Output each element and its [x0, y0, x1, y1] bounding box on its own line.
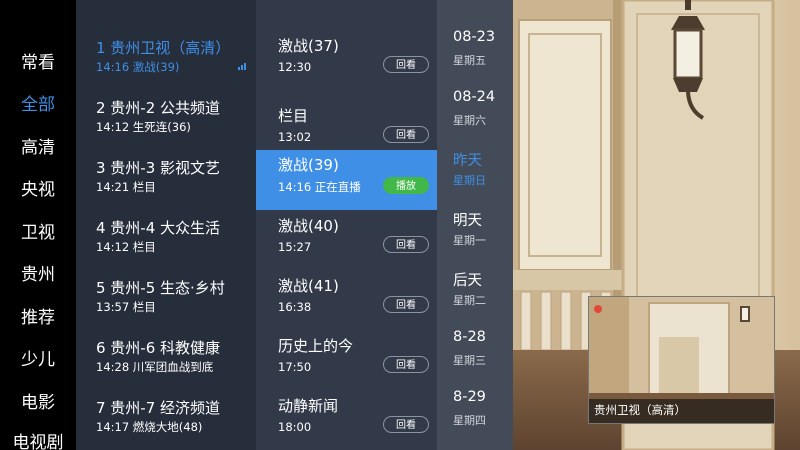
- weekday-label: 星期三: [453, 354, 486, 367]
- date-item[interactable]: 08-24 星期六: [437, 77, 513, 137]
- program-title: 激战(39): [278, 156, 339, 174]
- channel-item[interactable]: 5 贵州-5 生态·乡村 13:57 栏目: [76, 277, 256, 337]
- date-item[interactable]: 08-23 星期五: [437, 17, 513, 77]
- category-item[interactable]: 卫视: [0, 223, 76, 243]
- channel-name: 2 贵州-2 公共频道: [96, 99, 221, 117]
- category-item[interactable]: 常看: [0, 53, 76, 73]
- weekday-label: 星期日: [453, 174, 486, 187]
- category-item[interactable]: 少儿: [0, 350, 76, 370]
- channel-name: 5 贵州-5 生态·乡村: [96, 279, 225, 297]
- channel-name: 3 贵州-3 影视文艺: [96, 159, 221, 177]
- program-time: 13:02: [278, 130, 312, 144]
- program-time: 18:00: [278, 420, 312, 434]
- date-item[interactable]: 8-28 星期三: [437, 317, 513, 377]
- channel-item[interactable]: 6 贵州-6 科教健康 14:28 川军团血战到底: [76, 337, 256, 397]
- channel-item[interactable]: 7 贵州-7 经济频道 14:17 燃烧大地(48): [76, 397, 256, 450]
- program-time: 16:38: [278, 300, 312, 314]
- date-label: 8-29: [453, 389, 486, 405]
- date-item[interactable]: 昨天 星期日: [437, 137, 513, 197]
- pip-preview[interactable]: 贵州卫视（高清）: [588, 296, 775, 424]
- channel-current-program: 14:12 栏目: [96, 240, 156, 254]
- weekday-label: 星期五: [453, 54, 486, 67]
- category-item[interactable]: 电视剧: [0, 433, 76, 450]
- channel-item[interactable]: 4 贵州-4 大众生活 14:12 栏目: [76, 217, 256, 277]
- replay-button[interactable]: 回看: [383, 296, 429, 313]
- category-item[interactable]: 全部: [0, 95, 76, 115]
- channel-list: 1 贵州卫视（高清） 14:16 激战(39) 2 贵州-2 公共频道 14:1…: [76, 0, 256, 450]
- program-item[interactable]: 历史上的今 17:50 回看: [256, 319, 437, 379]
- program-title: 栏目: [278, 107, 309, 125]
- date-item[interactable]: 8-29 星期四: [437, 377, 513, 437]
- replay-button[interactable]: 回看: [383, 356, 429, 373]
- date-label: 后天: [453, 273, 482, 289]
- program-item[interactable]: 动静新闻 18:00 回看: [256, 379, 437, 439]
- weekday-label: 星期四: [453, 414, 486, 427]
- channel-item[interactable]: 3 贵州-3 影视文艺 14:21 栏目: [76, 157, 256, 217]
- date-label: 昨天: [453, 153, 482, 169]
- channel-current-program: 14:12 生死连(36): [96, 120, 191, 134]
- program-item[interactable]: 激战(40) 15:27 回看: [256, 199, 437, 259]
- category-item[interactable]: 高清: [0, 138, 76, 158]
- program-title: 激战(37): [278, 37, 339, 55]
- channel-name: 7 贵州-7 经济频道: [96, 399, 221, 417]
- channel-name: 1 贵州卫视（高清）: [96, 39, 231, 57]
- category-item[interactable]: 电影: [0, 393, 76, 413]
- weekday-label: 星期一: [453, 234, 486, 247]
- replay-button[interactable]: 回看: [383, 416, 429, 433]
- channel-name: 4 贵州-4 大众生活: [96, 219, 221, 237]
- date-item[interactable]: 后天 星期二: [437, 257, 513, 317]
- category-item[interactable]: 推荐: [0, 308, 76, 328]
- program-title: 动静新闻: [278, 397, 339, 415]
- program-title: 历史上的今: [278, 337, 354, 355]
- program-item[interactable]: 激战(41) 16:38 回看: [256, 259, 437, 319]
- date-item[interactable]: 明天 星期一: [437, 197, 513, 257]
- replay-button[interactable]: 回看: [383, 56, 429, 73]
- play-button[interactable]: 播放: [383, 177, 429, 194]
- program-time: 12:30: [278, 60, 312, 74]
- channel-current-program: 14:16 激战(39): [96, 60, 180, 74]
- weekday-label: 星期二: [453, 294, 486, 307]
- program-time: 14:16 正在直播: [278, 180, 361, 194]
- date-list: 08-23 星期五 08-24 星期六 昨天 星期日 明天 星期一 后天 星期二…: [437, 0, 513, 450]
- pip-channel-label: 贵州卫视（高清）: [594, 403, 686, 417]
- program-title: 激战(40): [278, 217, 339, 235]
- program-title: 激战(41): [278, 277, 339, 295]
- replay-button[interactable]: 回看: [383, 126, 429, 143]
- date-label: 08-24: [453, 89, 496, 105]
- category-item[interactable]: 央视: [0, 180, 76, 200]
- program-item[interactable]: 激战(37) 12:30 回看: [256, 19, 437, 79]
- replay-button[interactable]: 回看: [383, 236, 429, 253]
- weekday-label: 星期六: [453, 114, 486, 127]
- program-time: 17:50: [278, 360, 312, 374]
- program-item[interactable]: 栏目 13:02 回看: [256, 89, 437, 149]
- channel-current-program: 13:57 栏目: [96, 300, 156, 314]
- date-label: 08-23: [453, 29, 496, 45]
- category-item[interactable]: 贵州: [0, 265, 76, 285]
- program-list: 激战(37) 12:30 回看 栏目 13:02 回看 激战(39) 14:16…: [256, 0, 437, 450]
- program-time: 15:27: [278, 240, 312, 254]
- channel-name: 6 贵州-6 科教健康: [96, 339, 221, 357]
- category-list: 常看 全部 高清 央视 卫视 贵州 推荐 少儿 电影 电视剧: [0, 0, 76, 450]
- date-label: 8-28: [453, 329, 486, 345]
- channel-item[interactable]: 2 贵州-2 公共频道 14:12 生死连(36): [76, 97, 256, 157]
- channel-current-program: 14:17 燃烧大地(48): [96, 420, 203, 434]
- channel-current-program: 14:28 川军团血战到底: [96, 360, 214, 374]
- date-label: 明天: [453, 213, 482, 229]
- channel-current-program: 14:21 栏目: [96, 180, 156, 194]
- signal-bars-icon: [238, 62, 248, 70]
- channel-item[interactable]: 1 贵州卫视（高清） 14:16 激战(39): [76, 37, 256, 97]
